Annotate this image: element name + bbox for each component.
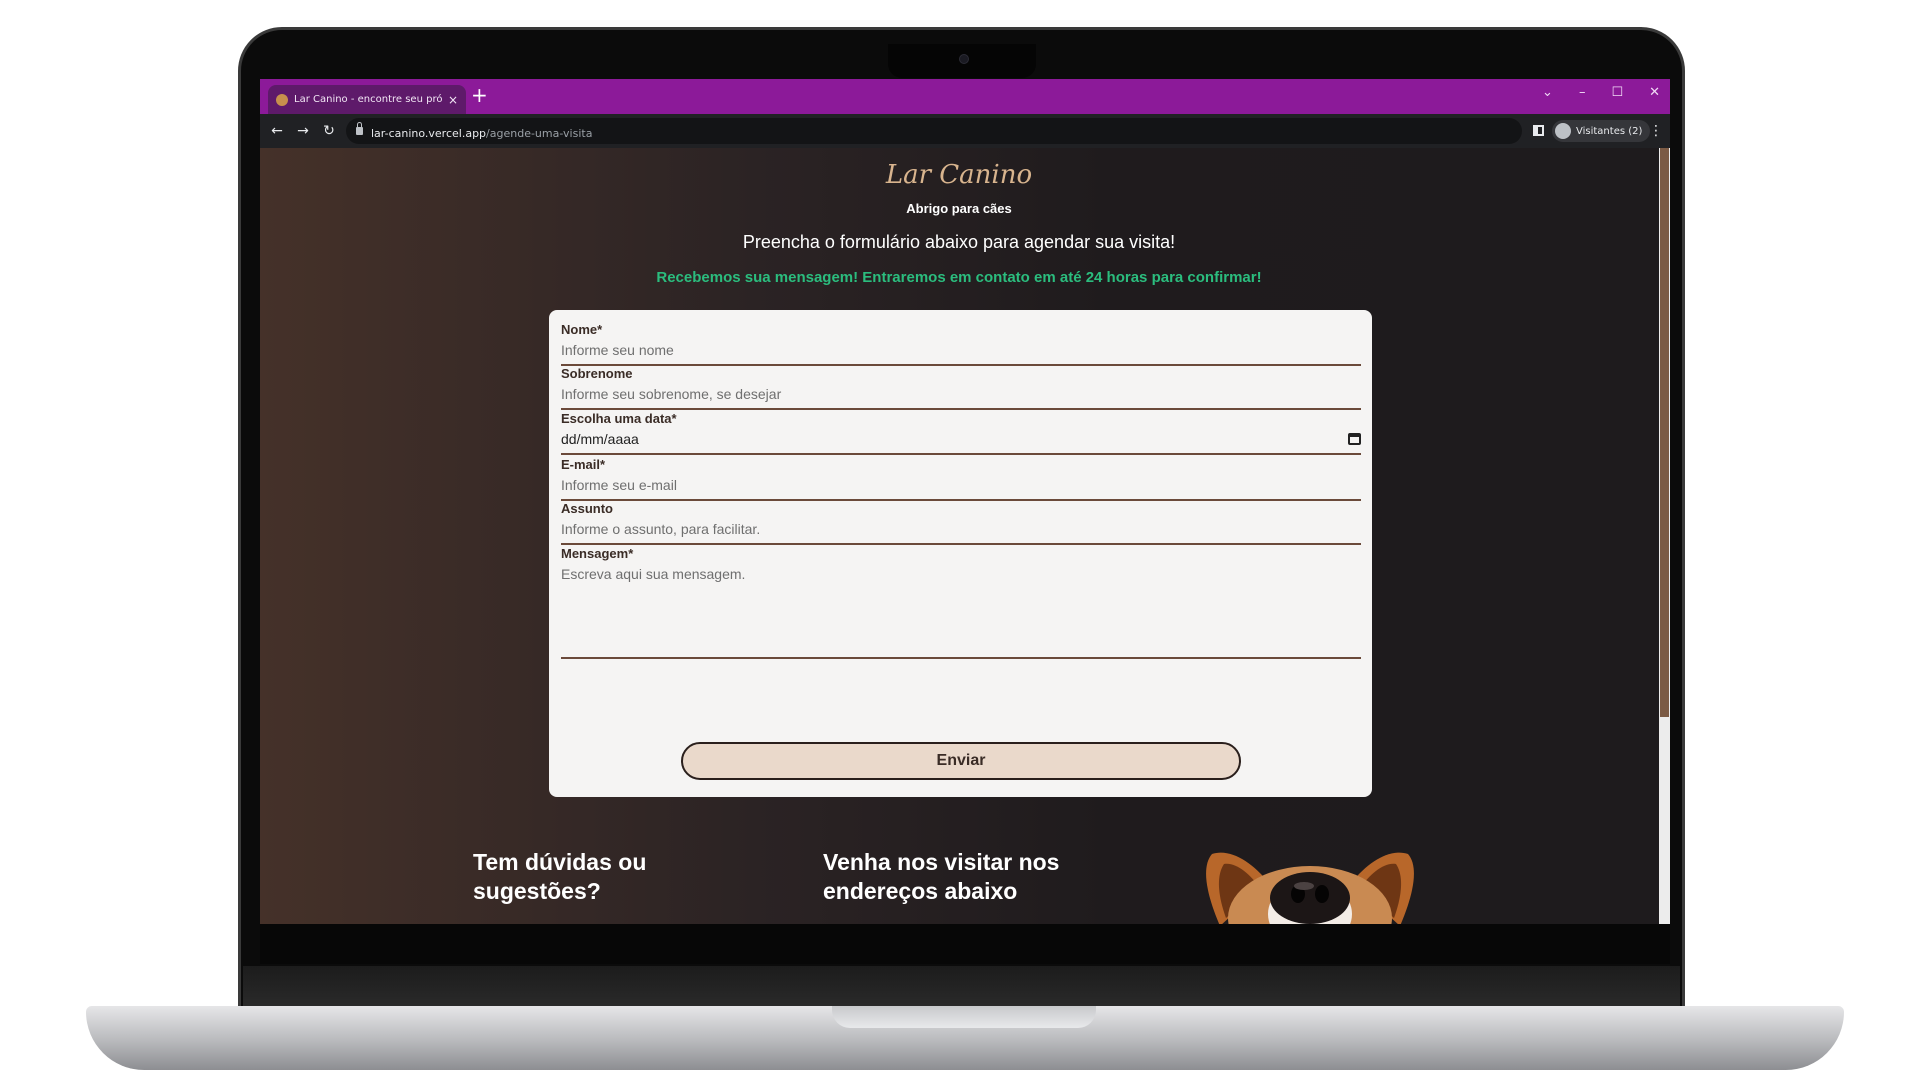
reload-icon[interactable]: ↻ <box>316 123 342 139</box>
sobrenome-input[interactable] <box>561 381 1361 408</box>
email-label: E-mail* <box>561 457 606 472</box>
dog-peeking-image <box>1206 852 1414 924</box>
tab-search-icon[interactable]: ⌄ <box>1542 85 1553 100</box>
email-input[interactable] <box>561 472 1361 499</box>
page-heading: Preencha o formulário abaixo para agenda… <box>742 232 1176 252</box>
avatar-icon <box>1555 123 1571 139</box>
close-window-icon[interactable]: ✕ <box>1649 85 1660 100</box>
new-tab-button[interactable]: + <box>471 83 488 107</box>
tab-title: Lar Canino - encontre seu próximo amigo <box>294 94 442 105</box>
side-panel-icon[interactable] <box>1533 125 1544 136</box>
lock-icon[interactable] <box>356 122 363 135</box>
field-data: Escolha uma data* dd/mm/aaaa <box>561 411 1361 455</box>
site-logo[interactable]: Lar Canino <box>260 160 1658 190</box>
visit-form: Nome* Sobrenome Escolha uma data* dd/mm/… <box>549 310 1372 797</box>
window-controls: ⌄ – ☐ ✕ <box>1542 85 1660 100</box>
assunto-input[interactable] <box>561 516 1361 543</box>
calendar-icon[interactable] <box>1348 433 1361 445</box>
back-arrow-icon[interactable]: ← <box>264 123 290 139</box>
field-email: E-mail* <box>561 457 1361 501</box>
questions-title: Tem dúvidas ou sugestões? <box>473 849 647 904</box>
nome-input[interactable] <box>561 337 1361 364</box>
scrollbar-thumb[interactable] <box>1660 148 1669 717</box>
url-host: lar-canino.vercel.app <box>371 126 487 140</box>
laptop-base-notch <box>832 1006 1096 1028</box>
address-bar[interactable]: lar-canino.vercel.app/agende-uma-visita <box>346 118 1522 144</box>
field-mensagem: Mensagem* <box>561 546 1361 659</box>
field-assunto: Assunto <box>561 501 1361 545</box>
nome-label: Nome* <box>561 322 603 337</box>
dog-favicon-icon <box>276 93 288 106</box>
browser-tab-bar: Lar Canino - encontre seu próximo amigo … <box>260 79 1670 114</box>
minimize-icon[interactable]: – <box>1579 85 1586 100</box>
profile-label: Visitantes (2) <box>1576 125 1643 137</box>
date-input[interactable]: dd/mm/aaaa <box>561 426 1361 453</box>
site-tagline: Abrigo para cães <box>906 201 1012 216</box>
mensagem-textarea[interactable] <box>561 561 1361 657</box>
field-nome: Nome* <box>561 322 1361 366</box>
laptop-screen: Lar Canino - encontre seu próximo amigo … <box>260 79 1670 924</box>
url-path: /agende-uma-visita <box>486 126 593 140</box>
assunto-label: Assunto <box>561 501 613 516</box>
screen-bezel <box>260 924 1670 964</box>
sobrenome-label: Sobrenome <box>561 366 633 381</box>
profile-button[interactable]: Visitantes (2) <box>1552 120 1651 142</box>
forward-arrow-icon[interactable]: → <box>290 123 316 139</box>
date-value: dd/mm/aaaa <box>561 431 639 447</box>
tab-close-icon[interactable]: × <box>448 93 458 107</box>
browser-toolbar: ← → ↻ lar-canino.vercel.app/agende-uma-v… <box>260 114 1670 148</box>
browser-tab[interactable]: Lar Canino - encontre seu próximo amigo … <box>268 85 466 114</box>
kebab-menu-icon[interactable]: ⋮ <box>1649 123 1663 139</box>
laptop-hinge <box>243 966 1680 1010</box>
page-content: Lar Canino Abrigo para cães Preencha o f… <box>260 148 1670 924</box>
data-label: Escolha uma data* <box>561 411 677 426</box>
camera-icon <box>959 54 969 64</box>
scrollbar[interactable] <box>1659 148 1670 924</box>
visit-title: Venha nos visitar nos endereços abaixo <box>823 849 1060 904</box>
mensagem-label: Mensagem* <box>561 546 634 561</box>
submit-button[interactable]: Enviar <box>681 742 1241 780</box>
field-sobrenome: Sobrenome <box>561 366 1361 410</box>
success-message: Recebemos sua mensagem! Entraremos em co… <box>656 269 1262 286</box>
maximize-icon[interactable]: ☐ <box>1611 85 1623 100</box>
